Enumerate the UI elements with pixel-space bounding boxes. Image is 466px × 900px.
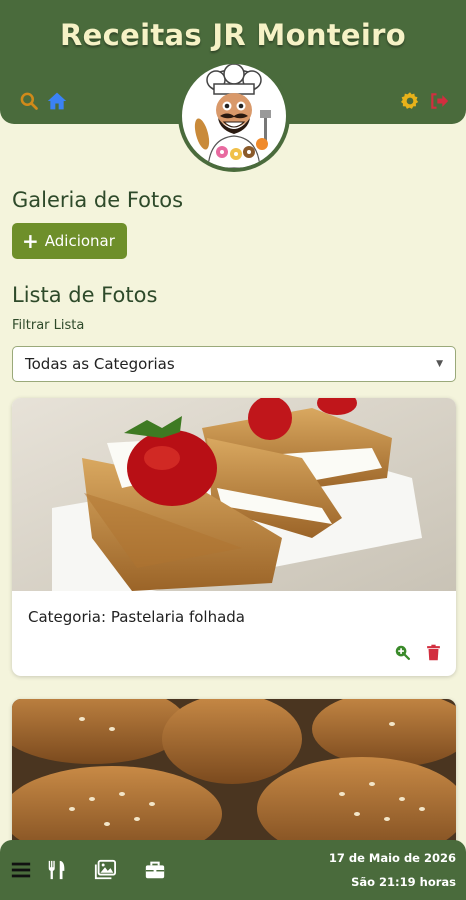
app-title: Receitas JR Monteiro <box>60 18 406 52</box>
zoom-in-icon[interactable] <box>394 644 411 665</box>
chef-logo-image <box>182 64 286 168</box>
gallery-title: Galeria de Fotos <box>12 188 184 212</box>
trash-icon[interactable] <box>425 644 442 665</box>
search-icon[interactable] <box>18 90 40 112</box>
photo-card: Categoria: Pastelaria folhada <box>12 398 456 676</box>
chevron-down-icon: ▼ <box>436 359 443 369</box>
bottom-nav: 17 de Maio de 2026 São 21:19 horas <box>0 840 466 900</box>
logout-icon[interactable] <box>428 90 450 112</box>
menu-icon[interactable] <box>9 858 33 882</box>
pastry-photo[interactable] <box>12 398 456 591</box>
add-photo-label: Adicionar <box>44 232 115 250</box>
home-icon[interactable] <box>46 90 68 112</box>
photo-caption: Categoria: Pastelaria folhada <box>28 608 246 626</box>
add-photo-button[interactable]: + Adicionar <box>12 223 127 259</box>
photo-card <box>12 699 456 859</box>
footer-date: 17 de Maio de 2026 <box>328 851 456 865</box>
gear-icon[interactable] <box>399 90 421 112</box>
photo-actions <box>394 644 442 665</box>
croissant-photo[interactable] <box>12 699 456 859</box>
chef-logo <box>178 60 290 172</box>
footer-time: São 21:19 horas <box>351 875 456 889</box>
filter-label: Filtrar Lista <box>12 318 85 333</box>
images-icon[interactable] <box>93 858 117 882</box>
briefcase-icon[interactable] <box>143 858 167 882</box>
category-filter-value: Todas as Categorias <box>25 355 175 373</box>
photo-list-title: Lista de Fotos <box>12 283 158 307</box>
category-filter-select[interactable]: Todas as Categorias ▼ <box>12 346 456 382</box>
utensils-icon[interactable] <box>45 858 69 882</box>
plus-icon: + <box>22 229 39 253</box>
